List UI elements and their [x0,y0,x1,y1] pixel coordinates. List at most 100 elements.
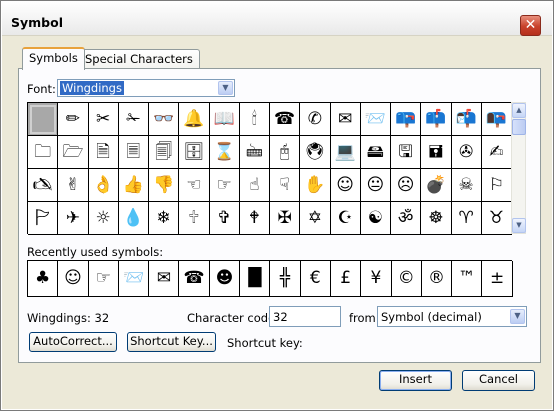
symbol-cell[interactable]: ❄ [149,202,180,235]
symbol-cell-selected[interactable] [28,103,59,136]
symbol-cell[interactable]: ✌ [58,169,89,202]
symbol-cell[interactable]: ♉ [481,202,512,235]
symbol-cell[interactable]: 🖮 [239,136,270,169]
tab-symbols[interactable]: Symbols [22,47,85,70]
shortcut-key-button[interactable]: Shortcut Key... [127,332,216,352]
symbol-cell[interactable]: 🏱 [28,202,59,235]
symbol-cell[interactable]: ✍ [481,136,512,169]
recent-symbol-cell[interactable]: © [391,261,422,297]
symbol-cell[interactable]: 👍 [118,169,149,202]
recent-symbol-cell[interactable]: ☎ [179,261,210,297]
symbol-cell[interactable]: 📖 [209,103,240,136]
tab-special-characters[interactable]: Special Characters [78,49,200,69]
recent-symbol-cell[interactable]: ✉ [149,261,180,297]
symbol-cell[interactable]: ✈ [58,202,89,235]
symbol-cell[interactable]: ✁ [118,103,149,136]
scroll-up-icon[interactable]: ▲ [512,103,526,118]
symbol-cell[interactable]: 📫 [421,103,452,136]
recent-symbol-cell[interactable]: ☺ [58,261,89,297]
symbol-cell[interactable]: 😐 [360,169,391,202]
symbol-cell[interactable]: ✡ [300,202,331,235]
symbol-cell[interactable]: ♈ [451,202,482,235]
symbol-cell[interactable]: ✆ [300,103,331,136]
symbol-grid[interactable]: ✏ ✂ ✁ 👓 🔔 📖 🕯 ☎ ✆ ✉ 📨 📪 📫 📬 📭 🗀 🗁 🗎 🗏 🗐 🗄 ⌛ 🖮 🖰 🖲 💻 🖴 🖫 🖬 ✇ ✍ 🖎 ✌ 👌 👍 👎 ☜ ☞ ☝ ☟… [27,102,512,235]
symbol-cell[interactable]: 🖬 [421,136,452,169]
symbol-cell[interactable]: 💧 [118,202,149,235]
symbol-cell[interactable]: 📬 [451,103,482,136]
symbol-cell[interactable]: ⚐ [481,169,512,202]
symbol-cell[interactable]: 🖴 [360,136,391,169]
symbol-cell[interactable]: ☜ [179,169,210,202]
recent-symbol-cell[interactable]: ± [482,261,513,297]
symbol-cell[interactable]: ✠ [270,202,301,235]
symbol-cell[interactable]: ✞ [209,202,240,235]
symbol-cell[interactable]: 💻 [330,136,361,169]
symbol-cell[interactable]: 📭 [481,103,512,136]
symbol-cell[interactable]: 🗎 [88,136,119,169]
close-button[interactable]: ✕ [520,15,541,36]
recent-symbol-cell[interactable]: ¥ [361,261,392,297]
symbol-cell[interactable]: 🖫 [391,136,422,169]
symbol-cell[interactable]: ☟ [270,169,301,202]
recent-symbol-cell[interactable]: ™ [452,261,483,297]
scroll-thumb[interactable] [512,119,526,135]
recent-symbol-cell[interactable]: 📨 [118,261,150,297]
symbol-cell[interactable]: ✇ [451,136,482,169]
symbol-cell[interactable]: ✉ [330,103,361,136]
symbol-cell[interactable]: ☹ [391,169,422,202]
recent-symbol-cell[interactable]: █ [240,261,271,297]
recent-symbol-cell[interactable]: £ [330,261,362,297]
symbol-cell[interactable]: 🗏 [118,136,149,169]
cancel-button[interactable]: Cancel [462,370,535,391]
insert-button[interactable]: Insert [379,370,452,391]
symbol-cell[interactable]: ॐ [391,202,422,235]
recent-symbol-cell[interactable]: € [300,261,331,297]
symbol-cell[interactable]: 👓 [149,103,180,136]
symbol-grid-scrollbar[interactable]: ▲ ▼ [511,102,526,234]
symbol-cell[interactable]: 👎 [149,169,180,202]
symbol-cell[interactable]: ☞ [209,169,240,202]
symbol-cell[interactable]: 💣 [421,169,452,202]
symbol-cell[interactable]: ☎ [270,103,301,136]
symbol-cell[interactable]: 🕯 [239,103,270,136]
chevron-down-icon[interactable]: ▼ [218,81,233,95]
symbol-cell[interactable]: 📨 [360,103,391,136]
symbol-cell[interactable]: ☯ [360,202,391,235]
recent-symbols-grid[interactable]: ♣ ☺ ☞ 📨 ✉ ☎ ☻ █ ╬ € £ ¥ © ® ™ ± [27,260,513,297]
recent-symbol-cell[interactable]: ☻ [209,261,241,297]
chevron-down-icon[interactable]: ▼ [510,309,525,324]
symbol-cell[interactable]: 🗐 [149,136,180,169]
symbol-cell[interactable]: ☝ [239,169,270,202]
character-code-input[interactable]: 32 [269,306,341,327]
symbol-cell[interactable]: ⌛ [209,136,240,169]
symbol-cell[interactable]: 🔔 [179,103,210,136]
recent-symbol-cell[interactable]: ☞ [88,261,119,297]
symbol-cell[interactable]: 🗄 [179,136,210,169]
symbol-cell[interactable]: 👌 [88,169,119,202]
scroll-down-icon[interactable]: ▼ [512,218,526,233]
title-bar[interactable]: Symbol ✕ [2,2,552,36]
symbol-cell[interactable]: ☪ [330,202,361,235]
close-icon: ✕ [524,17,537,33]
symbol-cell[interactable]: 🕈 [239,202,270,235]
autocorrect-button[interactable]: AutoCorrect... [29,332,117,352]
symbol-cell[interactable]: 🗀 [28,136,59,169]
symbol-cell[interactable]: ☸ [421,202,452,235]
recent-symbol-cell[interactable]: ® [421,261,453,297]
from-select[interactable]: Symbol (decimal) ▼ [377,306,527,327]
symbol-cell[interactable]: 🕆 [179,202,210,235]
symbol-cell[interactable]: 🖰 [270,136,301,169]
symbol-cell[interactable]: ✂ [88,103,119,136]
symbol-cell[interactable]: 🗁 [58,136,89,169]
symbol-cell[interactable]: ☺ [330,169,361,202]
font-select[interactable]: Wingdings ▼ [57,79,235,97]
recent-symbol-cell[interactable]: ♣ [28,261,59,297]
symbol-cell[interactable]: ☼ [88,202,119,235]
recent-symbol-cell[interactable]: ╬ [270,261,301,297]
symbol-cell[interactable]: ✋ [300,169,331,202]
symbol-cell[interactable]: 🖎 [28,169,59,202]
symbol-cell[interactable]: ☠ [451,169,482,202]
symbol-cell[interactable]: 📪 [391,103,422,136]
symbol-cell[interactable]: ✏ [58,103,89,136]
symbol-cell[interactable]: 🖲 [300,136,331,169]
